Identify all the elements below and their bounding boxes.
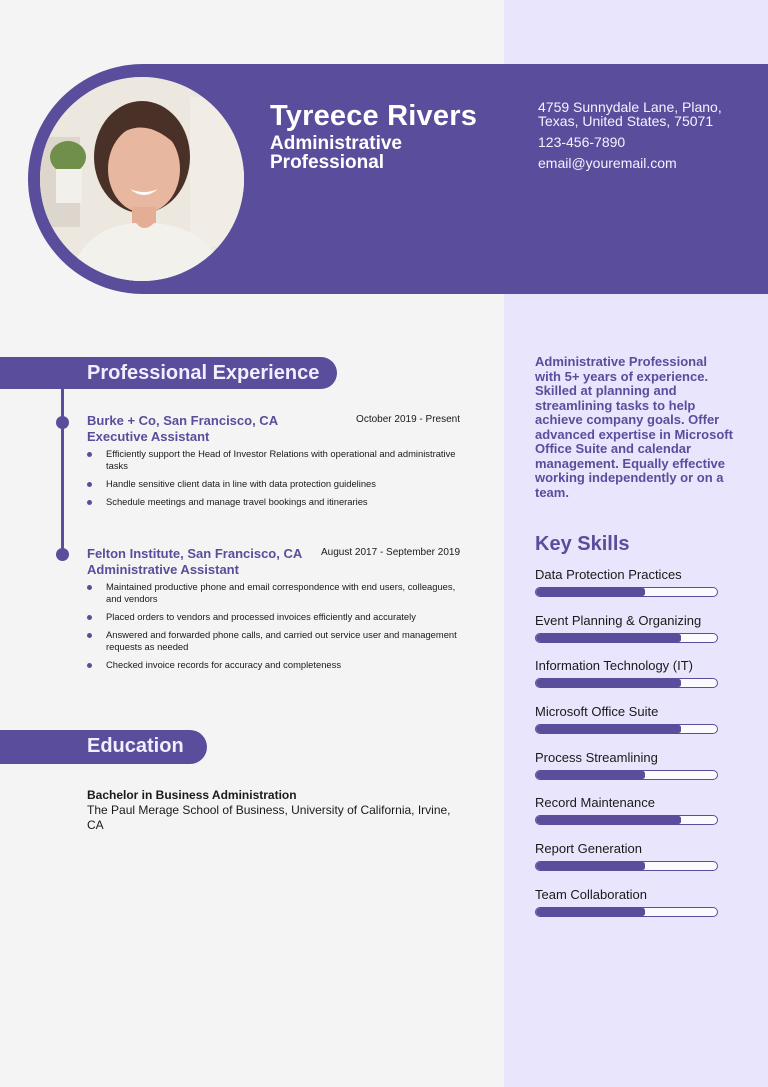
skill-label: Event Planning & Organizing — [535, 612, 702, 628]
skill-label: Report Generation — [535, 841, 642, 857]
timeline-dot — [56, 416, 69, 429]
bullet-icon — [87, 452, 92, 457]
skill-item: Team Collaboration — [535, 887, 720, 933]
education-school: The Paul Merage School of Business, Univ… — [87, 803, 451, 832]
bullet-text: Placed orders to vendors and processed i… — [106, 611, 416, 622]
job-bullet: Schedule meetings and manage travel book… — [87, 496, 460, 508]
skill-item: Process Streamlining — [535, 750, 720, 796]
profile-summary: Administrative Professional with 5+ year… — [535, 354, 733, 500]
skill-label: Record Maintenance — [535, 795, 655, 811]
job-bullet: Checked invoice records for accuracy and… — [87, 659, 460, 671]
skill-label: Microsoft Office Suite — [535, 704, 659, 720]
bullet-icon — [87, 500, 92, 505]
contact-info: 4759 Sunnydale Lane, Plano, Texas, Unite… — [538, 100, 758, 170]
profile-photo — [40, 77, 244, 281]
job-bullets: Efficiently support the Head of Investor… — [87, 448, 460, 508]
skill-label: Information Technology (IT) — [535, 658, 693, 674]
job-dates: August 2017 - September 2019 — [321, 547, 460, 558]
skill-item: Report Generation — [535, 841, 720, 887]
job-bullet: Efficiently support the Head of Investor… — [87, 448, 460, 472]
job-role: Executive Assistant — [87, 429, 210, 444]
candidate-name: Tyreece Rivers — [270, 100, 478, 132]
bullet-icon — [87, 633, 92, 638]
skill-item: Microsoft Office Suite — [535, 704, 720, 750]
job-entry: Felton Institute, San Francisco, CA Admi… — [87, 546, 460, 677]
contact-email: email@youremail.com — [538, 155, 677, 171]
timeline-dot — [56, 548, 69, 561]
job-bullet: Maintained productive phone and email co… — [87, 581, 460, 605]
skill-level-bar — [535, 632, 718, 643]
job-bullet: Handle sensitive client data in line wit… — [87, 478, 460, 490]
education-heading: Education — [0, 730, 207, 764]
skill-level-bar — [535, 724, 718, 735]
bullet-text: Handle sensitive client data in line wit… — [106, 478, 376, 489]
bullet-text: Answered and forwarded phone calls, and … — [106, 629, 457, 652]
skill-item: Data Protection Practices — [535, 567, 720, 613]
skill-level-fill — [536, 770, 645, 779]
skill-level-bar — [535, 906, 718, 917]
skill-label: Data Protection Practices — [535, 567, 682, 582]
bullet-text: Efficiently support the Head of Investor… — [106, 448, 456, 471]
contact-phone: 123-456-7890 — [538, 134, 626, 150]
skills-heading: Key Skills — [535, 533, 630, 555]
education-degree: Bachelor in Business Administration — [87, 788, 297, 802]
job-bullets: Maintained productive phone and email co… — [87, 581, 460, 671]
skills-list: Data Protection Practices Event Planning … — [535, 567, 720, 933]
education-entry: Bachelor in Business Administration The … — [87, 788, 467, 833]
skill-level-fill — [536, 725, 681, 734]
person-photo-icon — [40, 77, 244, 281]
skill-level-bar — [535, 769, 718, 780]
skill-level-bar — [535, 587, 718, 597]
skill-level-bar — [535, 861, 718, 872]
skill-level-fill — [536, 816, 681, 825]
job-bullet: Answered and forwarded phone calls, and … — [87, 629, 460, 653]
skill-level-fill — [536, 862, 645, 871]
job-entry: Burke + Co, San Francisco, CA Executive … — [87, 413, 460, 514]
skill-level-fill — [536, 588, 645, 596]
timeline-line — [61, 389, 64, 555]
bullet-text: Checked invoice records for accuracy and… — [106, 659, 342, 670]
job-bullet: Placed orders to vendors and processed i… — [87, 611, 460, 623]
bullet-text: Maintained productive phone and email co… — [106, 581, 456, 604]
bullet-icon — [87, 615, 92, 620]
job-dates: October 2019 - Present — [356, 414, 460, 425]
skill-level-fill — [536, 679, 681, 688]
bullet-icon — [87, 585, 92, 590]
bullet-icon — [87, 663, 92, 668]
bullet-icon — [87, 482, 92, 487]
bullet-text: Schedule meetings and manage travel book… — [106, 496, 368, 507]
skill-label: Process Streamlining — [535, 749, 658, 765]
skill-level-bar — [535, 678, 718, 689]
skill-label: Team Collaboration — [535, 886, 648, 902]
skill-level-bar — [535, 815, 718, 826]
skill-item: Event Planning & Organizing — [535, 613, 720, 659]
job-role: Administrative Assistant — [87, 562, 239, 577]
candidate-title: Administrative Professional — [270, 133, 402, 173]
skill-item: Record Maintenance — [535, 795, 720, 841]
skill-item: Information Technology (IT) — [535, 658, 720, 704]
experience-heading: Professional Experience — [0, 357, 337, 389]
contact-address: 4759 Sunnydale Lane, Plano, Texas, Unite… — [538, 99, 722, 129]
skill-level-fill — [536, 907, 645, 916]
skill-level-fill — [536, 633, 681, 642]
